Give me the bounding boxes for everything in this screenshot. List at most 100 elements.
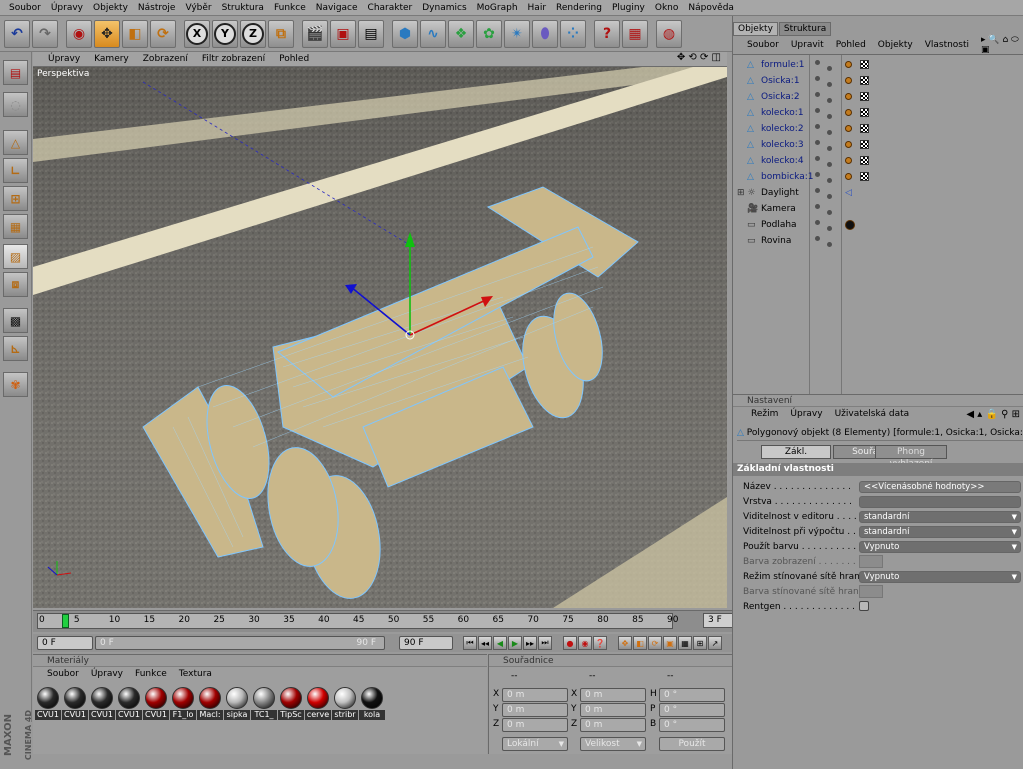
attributes-nav-icons[interactable]: ◀ ▴ 🔒 ⚲ ⊞ [966,409,1020,420]
tab-objekty[interactable]: Objekty [733,22,778,36]
visibility-dot-icon[interactable] [827,98,832,103]
visibility-dot-icon[interactable] [827,242,832,247]
objects-menu-pohled[interactable]: Pohled [836,40,878,50]
materials-menu-funkce[interactable]: Funkce [135,669,179,679]
help-icon[interactable]: ? [594,19,620,48]
move-tool-icon[interactable]: ✥ [94,19,120,48]
rot-b-field[interactable]: 0 ° [659,718,725,732]
material-item[interactable]: stribr [332,687,358,720]
objects-menu-soubor[interactable]: Soubor [747,40,791,50]
attribute-dropdown[interactable]: Vypnuto ▼ [859,570,1021,583]
axis-mode-icon[interactable]: ⊾ [3,336,28,361]
name-field[interactable]: <<Vícenásobné hodnoty>> [859,480,1021,493]
inactive-tool-icon[interactable]: ◌ [3,92,28,117]
objects-menu-upravit[interactable]: Upravit [791,40,836,50]
object-row[interactable]: △ kolecko:4 [733,153,1023,169]
material-item[interactable]: TipSc [278,687,304,720]
tab-struktura[interactable]: Struktura [778,22,832,36]
z-axis-lock-button[interactable]: Z [240,19,266,48]
live-select-icon[interactable]: ◉ [66,19,92,48]
phong-tag-icon[interactable] [845,173,852,180]
material-item[interactable]: cerve [305,687,331,720]
menu-soubor[interactable]: Soubor [4,0,46,16]
material-item[interactable]: CVU1 [89,687,115,720]
particle-icon[interactable]: ⁘ [560,19,586,48]
scheme-icon[interactable]: ⊞ [693,636,707,650]
model-mode-icon[interactable]: ▦ [3,214,28,239]
visibility-dot-icon[interactable] [815,92,820,97]
cube-primitive-icon[interactable]: ⬢ [392,19,418,48]
materials-menu-upravy[interactable]: Úpravy [91,669,135,679]
x-axis-lock-button[interactable]: X [184,19,210,48]
object-name[interactable]: Daylight [761,188,799,198]
material-item[interactable]: F1_lo [170,687,196,720]
objects-menu-vlastnosti[interactable]: Vlastnosti [925,40,981,50]
attribute-dropdown[interactable]: Vypnuto ▼ [859,540,1021,553]
visibility-dot-icon[interactable] [815,220,820,225]
visibility-dot-icon[interactable] [815,236,820,241]
viewport-menu-kamery[interactable]: Kamery [87,54,136,64]
menu-funkce[interactable]: Funkce [269,0,311,16]
menu-navigace[interactable]: Navigace [311,0,363,16]
key-rotation-icon[interactable]: ⟳ [648,636,662,650]
object-name[interactable]: Osicka:2 [761,92,800,102]
material-item[interactable]: kola [359,687,385,720]
menu-objekty[interactable]: Objekty [88,0,133,16]
visibility-dot-icon[interactable] [815,172,820,177]
texture-tag-icon[interactable] [860,124,869,133]
visibility-dot-icon[interactable] [815,204,820,209]
visibility-dot-icon[interactable] [815,108,820,113]
color-swatch[interactable] [859,585,883,598]
object-row[interactable]: ⊞ ☼ Daylight ◁ [733,185,1023,201]
object-row[interactable]: △ kolecko:3 [733,137,1023,153]
spline-icon[interactable]: ∿ [420,19,446,48]
phong-tag-icon[interactable] [845,125,852,132]
menu-upravy[interactable]: Úpravy [46,0,88,16]
size-x-field[interactable]: 0 m [580,688,646,702]
object-name[interactable]: kolecko:2 [761,124,804,134]
phong-tag-icon[interactable] [845,141,852,148]
attr-tab-phong[interactable]: Phong vyhlazení [875,445,947,469]
menu-pluginy[interactable]: Pluginy [607,0,650,16]
object-name[interactable]: kolecko:3 [761,140,804,150]
object-name[interactable]: Podlaha [761,220,797,230]
pos-z-field[interactable]: 0 m [502,718,568,732]
preview-range-slider[interactable]: 0 F 90 F [95,636,385,650]
attributes-menu-uzivatelska[interactable]: Uživatelská data [835,409,922,419]
texture-tag-icon[interactable] [860,140,869,149]
goto-end-icon[interactable]: ⏭ [538,636,552,650]
phong-tag-icon[interactable] [845,77,852,84]
material-item[interactable]: CVU1 [35,687,61,720]
object-row[interactable]: △ formule:1 [733,57,1023,73]
layout-icon[interactable]: ▦ [622,19,648,48]
size-mode-select[interactable]: Velikost ▼ [580,737,646,751]
polygon-mode-icon[interactable]: △ [3,130,28,155]
visibility-dot-icon[interactable] [815,140,820,145]
material-item[interactable]: sipka [224,687,250,720]
visibility-dot-icon[interactable] [815,156,820,161]
object-row[interactable]: △ bombicka:1 [733,169,1023,185]
materials-menu-soubor[interactable]: Soubor [47,669,91,679]
material-item[interactable]: Macl: [197,687,223,720]
object-row[interactable]: △ Osicka:2 [733,89,1023,105]
menu-struktura[interactable]: Struktura [217,0,269,16]
menu-mograph[interactable]: MoGraph [472,0,523,16]
object-name[interactable]: kolecko:4 [761,156,804,166]
menu-charakter[interactable]: Charakter [363,0,418,16]
visibility-dot-icon[interactable] [827,194,832,199]
object-name[interactable]: Osicka:1 [761,76,800,86]
viewport-nav-icons[interactable]: ✥ ⟲ ⟳ ◫ [677,52,721,63]
rot-p-field[interactable]: 0 ° [659,703,725,717]
key-selection-icon[interactable]: ❓ [593,636,607,650]
visibility-dot-icon[interactable] [827,178,832,183]
phong-tag-icon[interactable] [845,109,852,116]
attr-tab-zakl[interactable]: Zákl. [761,445,831,459]
material-item[interactable]: CVU1 [116,687,142,720]
apply-button[interactable]: Použít [659,737,725,751]
y-axis-lock-button[interactable]: Y [212,19,238,48]
attribute-dropdown[interactable]: standardní ▼ [859,510,1021,523]
attributes-menu-upravy[interactable]: Úpravy [790,409,834,419]
xray-checkbox[interactable] [859,601,869,611]
visibility-dot-icon[interactable] [815,60,820,65]
key-scale-icon[interactable]: ◧ [633,636,647,650]
